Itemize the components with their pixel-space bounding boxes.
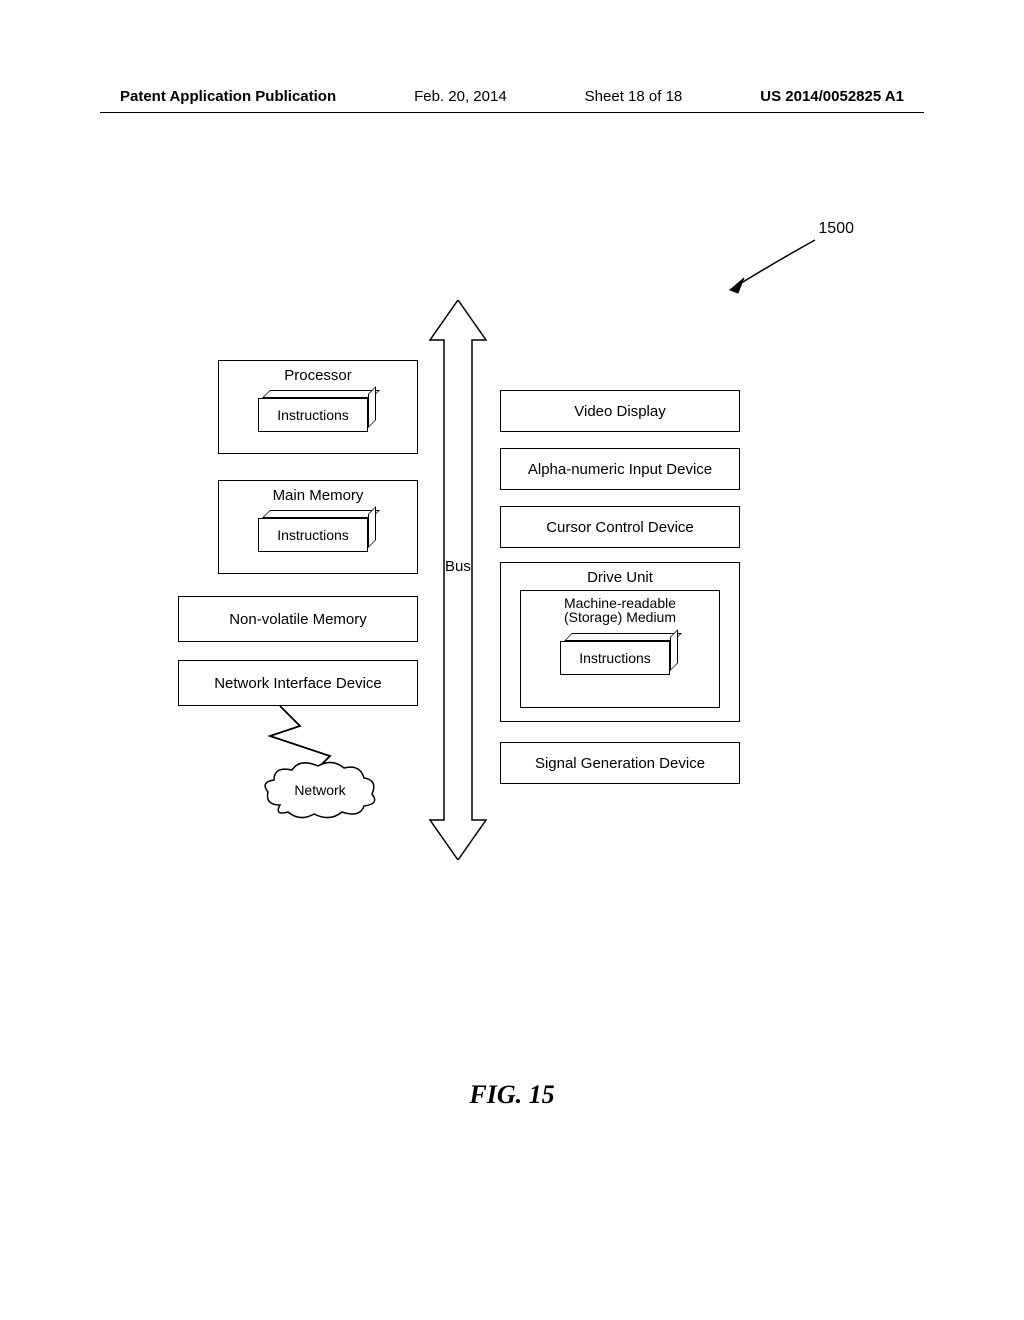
video-display-label: Video Display	[574, 403, 665, 420]
bus-arrow-icon	[428, 300, 488, 860]
machine-readable-medium-box: Machine-readable (Storage) Medium Instru…	[520, 590, 720, 708]
signal-generation-label: Signal Generation Device	[535, 755, 705, 772]
processor-title: Processor	[284, 367, 352, 384]
publication-label: Patent Application Publication	[120, 88, 336, 105]
processor-instructions-3dbox: Instructions	[258, 390, 378, 432]
main-memory-title: Main Memory	[273, 487, 364, 504]
cursor-control-box: Cursor Control Device	[500, 506, 740, 548]
main-memory-instructions-label: Instructions	[258, 518, 368, 552]
drive-unit-title: Drive Unit	[587, 569, 653, 586]
processor-instructions-label: Instructions	[258, 398, 368, 432]
page-header: Patent Application Publication Feb. 20, …	[0, 88, 1024, 105]
cursor-control-label: Cursor Control Device	[546, 519, 694, 536]
alpha-numeric-input-box: Alpha-numeric Input Device	[500, 448, 740, 490]
network-interface-device-label: Network Interface Device	[214, 675, 382, 692]
network-interface-device-box: Network Interface Device	[178, 660, 418, 706]
video-display-box: Video Display	[500, 390, 740, 432]
main-memory-instructions-3dbox: Instructions	[258, 510, 378, 552]
nonvolatile-memory-label: Non-volatile Memory	[229, 611, 367, 628]
bus-label: Bus	[445, 558, 471, 575]
medium-instructions-3dbox: Instructions	[560, 633, 680, 675]
publication-date: Feb. 20, 2014	[414, 88, 507, 105]
processor-box: Processor Instructions	[218, 360, 418, 454]
header-rule	[100, 112, 924, 113]
sheet-number: Sheet 18 of 18	[585, 88, 683, 105]
nonvolatile-memory-box: Non-volatile Memory	[178, 596, 418, 642]
network-cloud: Network	[260, 760, 380, 820]
signal-generation-box: Signal Generation Device	[500, 742, 740, 784]
figure-caption: FIG. 15	[0, 1080, 1024, 1110]
ref-1500-leadline	[640, 235, 860, 315]
drive-unit-box: Drive Unit Machine-readable (Storage) Me…	[500, 562, 740, 722]
medium-line2: (Storage) Medium	[564, 609, 676, 625]
network-label: Network	[260, 782, 380, 798]
medium-instructions-label: Instructions	[560, 641, 670, 675]
main-memory-box: Main Memory Instructions	[218, 480, 418, 574]
alpha-numeric-input-label: Alpha-numeric Input Device	[528, 461, 712, 478]
publication-number: US 2014/0052825 A1	[760, 88, 904, 105]
